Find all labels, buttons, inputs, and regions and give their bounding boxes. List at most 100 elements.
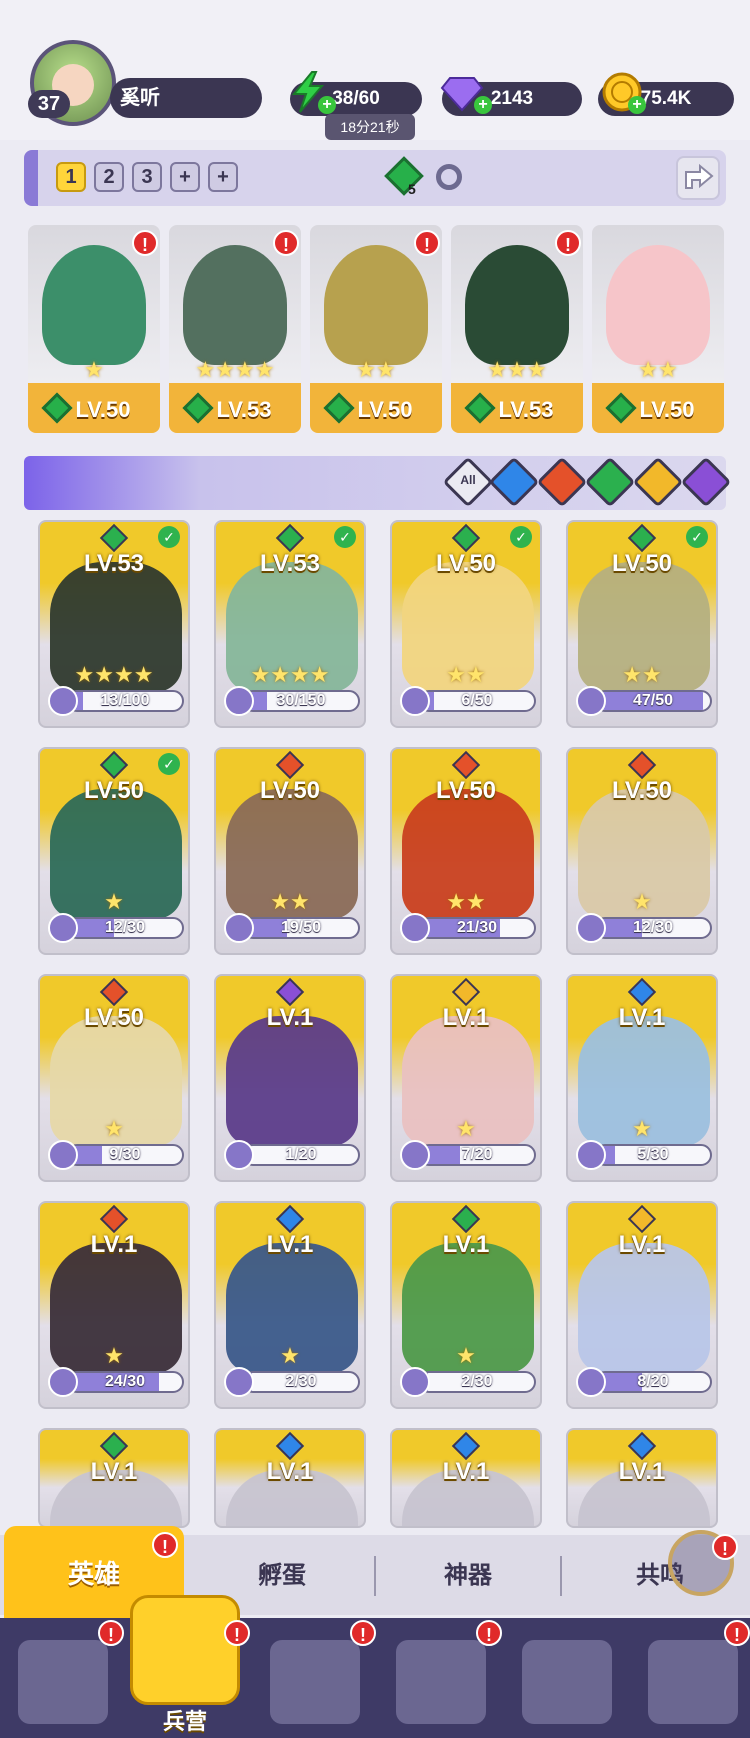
hero-card[interactable]: LV.50 ★★ 19/50 (214, 747, 366, 955)
hero-level: LV.50 (259, 777, 321, 804)
hero-card[interactable]: LV.1 (566, 1428, 718, 1528)
subtab-artifacts[interactable]: 神器 (444, 1555, 492, 1590)
hero-stars: ★ (280, 1343, 300, 1368)
progress-text: 5/30 (637, 1146, 669, 1163)
nav-mushroom-icon[interactable] (522, 1640, 612, 1724)
hero-element-icon (275, 750, 305, 780)
hero-level: LV.1 (266, 1004, 314, 1031)
hero-shard-progress: 19/50 (242, 917, 360, 939)
hero-card[interactable]: LV.1 (390, 1428, 542, 1528)
team-tab-2[interactable]: 2 (94, 162, 124, 192)
team-hero-card[interactable]: ★ LV.50 (28, 225, 160, 433)
hero-card[interactable]: LV.1 ★ 5/30 (566, 974, 718, 1182)
search-icon[interactable] (436, 164, 462, 190)
hero-portrait (183, 245, 287, 365)
hero-stars: ★★ (446, 662, 486, 687)
hero-level: LV.50 (435, 550, 497, 577)
hero-portrait (606, 245, 710, 365)
hero-element-icon (627, 977, 657, 1007)
shard-icon (400, 1367, 430, 1397)
hero-stars: ★★ (446, 889, 486, 914)
hero-shard-progress: 13/100 (66, 690, 184, 712)
progress-text: 2/30 (461, 1373, 493, 1390)
hero-level: LV.50 (611, 777, 673, 804)
hero-card[interactable]: LV.50 ✓ ★ 12/30 (38, 747, 190, 955)
team-add-button-1[interactable]: + (170, 162, 200, 192)
progress-text: 2/30 (285, 1373, 317, 1390)
progress-text: 12/30 (104, 919, 146, 936)
subtab-hatch[interactable]: 孵蛋 (258, 1555, 306, 1590)
nav-cards-icon[interactable] (18, 1640, 108, 1724)
hero-shard-progress: 1/20 (242, 1144, 360, 1166)
player-name: 奚听 (110, 78, 262, 118)
hero-card[interactable]: LV.1 ★ 2/30 (214, 1201, 366, 1409)
player-level-badge: 37 (28, 90, 70, 118)
hero-card[interactable]: LV.1 (38, 1428, 190, 1528)
hero-shard-progress: 30/150 (242, 690, 360, 712)
hero-stars: ★ (632, 1116, 652, 1141)
share-icon[interactable] (676, 156, 720, 200)
nav-barracks-label: 兵营 (162, 1709, 207, 1734)
team-tab-1[interactable]: 1 (56, 162, 86, 192)
nav-alert-icon: ! (224, 1620, 250, 1646)
gems-plus-icon[interactable]: + (474, 96, 492, 114)
hero-card[interactable]: LV.53 ✓ ★★★★ 13/100 (38, 520, 190, 728)
hero-stars: ★★★ (487, 357, 547, 382)
in-team-check-icon: ✓ (334, 526, 356, 548)
hero-stars: ★★ (622, 662, 662, 687)
hero-shard-progress: 9/30 (66, 1144, 184, 1166)
hero-art (226, 1016, 358, 1146)
hero-card[interactable]: LV.1 ★ 2/30 (390, 1201, 542, 1409)
hero-element-icon (451, 1431, 481, 1461)
hero-card[interactable]: LV.1 1/20 (214, 974, 366, 1182)
progress-text: 24/30 (104, 1373, 146, 1390)
team-selector-bar (24, 150, 726, 206)
hero-stars: ★ (632, 889, 652, 914)
team-tab-3[interactable]: 3 (132, 162, 162, 192)
hero-shard-progress: 12/30 (66, 917, 184, 939)
shard-icon (576, 686, 606, 716)
shard-icon (224, 1140, 254, 1170)
hero-card[interactable]: LV.50 ★★ 21/30 (390, 747, 542, 955)
hero-level: LV.50 (83, 1004, 145, 1031)
hero-card[interactable]: LV.1 (214, 1428, 366, 1528)
energy-plus-icon[interactable]: + (318, 96, 336, 114)
progress-text: 47/50 (632, 692, 674, 709)
in-team-check-icon: ✓ (510, 526, 532, 548)
hero-shard-progress: 6/50 (418, 690, 536, 712)
hero-card[interactable]: LV.50 ✓ ★★ 6/50 (390, 520, 542, 728)
energy-timer: 18分21秒 (325, 114, 415, 140)
progress-text: 13/100 (100, 692, 150, 709)
hero-card[interactable]: LV.1 ★ 7/20 (390, 974, 542, 1182)
hero-card[interactable]: LV.1 8/20 (566, 1201, 718, 1409)
hero-element-icon (275, 1431, 305, 1461)
team-hero-card[interactable]: ★★★ LV.53 (451, 225, 583, 433)
hero-stars: ★★ (638, 357, 678, 382)
nav-banner-icon[interactable] (648, 1640, 738, 1724)
hero-card[interactable]: LV.50 ★ 9/30 (38, 974, 190, 1182)
hero-portrait (324, 245, 428, 365)
element-gem-count: 5 (408, 181, 416, 197)
nav-barracks-icon[interactable] (130, 1595, 240, 1705)
team-hero-card[interactable]: ★★ LV.50 (592, 225, 724, 433)
hero-element-icon (627, 1431, 657, 1461)
hero-art (578, 1243, 710, 1373)
subtab-heroes-alert-icon: ! (152, 1532, 178, 1558)
in-team-check-icon: ✓ (158, 526, 180, 548)
hero-shard-progress: 5/30 (594, 1144, 712, 1166)
coins-plus-icon[interactable]: + (628, 96, 646, 114)
hero-level: LV.1 (618, 1458, 666, 1485)
hero-card[interactable]: LV.50 ✓ ★★ 47/50 (566, 520, 718, 728)
nav-map-icon[interactable] (270, 1640, 360, 1724)
nav-castle-icon[interactable] (396, 1640, 486, 1724)
hero-card[interactable]: LV.1 ★ 24/30 (38, 1201, 190, 1409)
team-hero-card[interactable]: ★★ LV.50 (310, 225, 442, 433)
hero-stars: ★ (104, 889, 124, 914)
team-hero-card[interactable]: ★★★★ LV.53 (169, 225, 301, 433)
hero-card[interactable]: LV.50 ★ 12/30 (566, 747, 718, 955)
shard-icon (48, 1367, 78, 1397)
hero-level: LV.1 (442, 1004, 490, 1031)
team-add-button-2[interactable]: + (208, 162, 238, 192)
hero-element-icon (99, 1204, 129, 1234)
hero-card[interactable]: LV.53 ✓ ★★★★ 30/150 (214, 520, 366, 728)
